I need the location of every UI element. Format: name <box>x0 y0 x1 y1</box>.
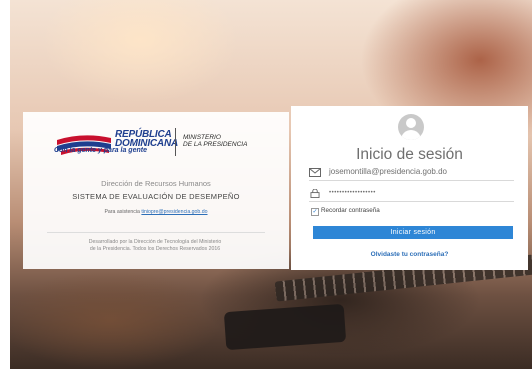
logo-divider <box>175 128 176 156</box>
assistance-email-link[interactable]: tiniopre@presidencia.gob.do <box>141 209 207 215</box>
password-value: •••••••••••••••••• <box>329 190 376 196</box>
email-value: josemontilla@presidencia.gob.do <box>329 167 447 176</box>
sign-in-button[interactable]: Iniciar sesión <box>313 226 513 239</box>
assistance-label: Para asistencia <box>104 209 140 215</box>
login-panel: Inicio de sesión josemontilla@presidenci… <box>291 106 528 270</box>
ministry-line-1: MINISTERIO <box>183 134 221 141</box>
assistance-line: Para asistencia tiniopre@presidencia.gob… <box>23 209 289 215</box>
password-field[interactable]: •••••••••••••••••• <box>309 187 514 202</box>
email-field[interactable]: josemontilla@presidencia.gob.do <box>309 166 514 181</box>
lock-icon <box>310 189 320 198</box>
ministry-line-2: DE LA PRESIDENCIA <box>183 141 248 148</box>
user-avatar-icon <box>398 114 424 140</box>
remember-me-label: Recordar contraseña <box>321 207 380 214</box>
footer-divider <box>47 232 265 233</box>
checkmark-icon: ✓ <box>311 208 319 216</box>
login-title: Inicio de sesión <box>356 146 463 163</box>
ministry-name: MINISTERIO DE LA PRESIDENCIA <box>183 134 247 148</box>
department-name: Dirección de Recursos Humanos <box>101 179 211 188</box>
system-name: SISTEMA DE EVALUACIÓN DE DESEMPEÑO <box>72 192 240 201</box>
remember-me-checkbox[interactable]: ✓ Recordar contraseña <box>311 207 380 216</box>
footer-line-1: Desarrollado por la Dirección de Tecnolo… <box>88 239 222 245</box>
phone-image <box>223 303 347 351</box>
footer-line-2: de la Presidencia. Todos los Derechos Re… <box>89 246 221 252</box>
forgot-password-link[interactable]: Olvidaste tu contraseña? <box>291 251 528 258</box>
brand-tagline: Con la gente y para la gente <box>54 147 147 154</box>
branding-panel: REPÚBLICA DOMINICANA Con la gente y para… <box>23 112 289 269</box>
footer-text: Desarrollado por la Dirección de Tecnolo… <box>43 239 267 253</box>
envelope-icon <box>309 168 321 177</box>
